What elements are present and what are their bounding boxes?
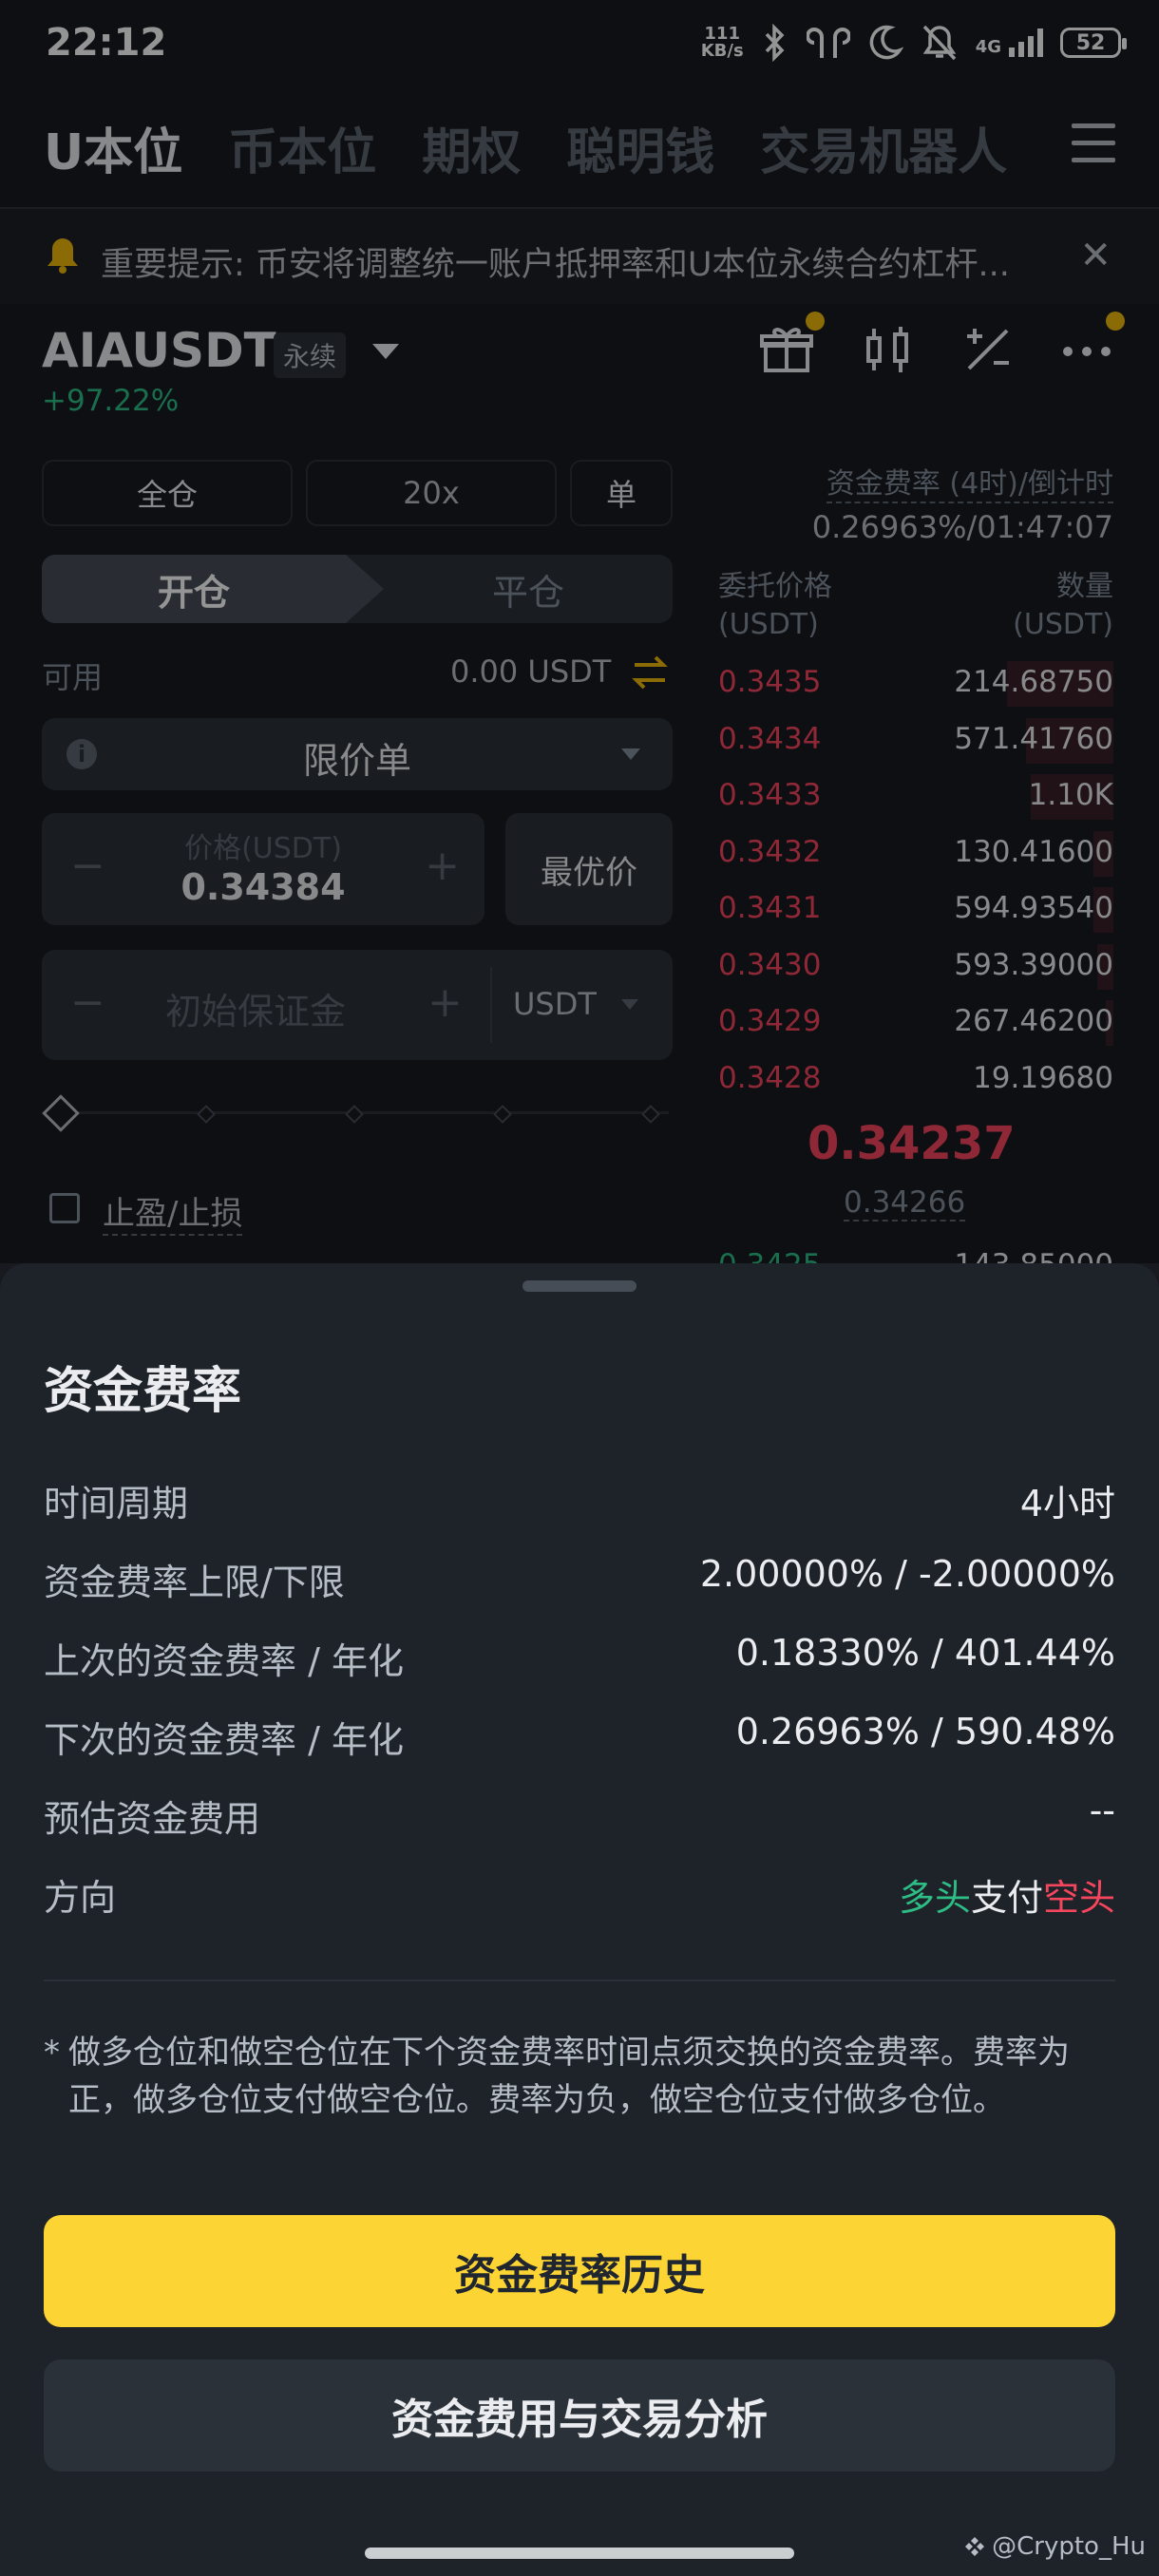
row-label: 预估资金费用 (44, 1798, 261, 1840)
row-label: 下次的资金费率 / 年化 (44, 1719, 404, 1761)
row-label: 方向 (44, 1877, 117, 1919)
row-label: 时间周期 (44, 1483, 189, 1525)
row-value: 2.00000% / -2.00000% (699, 1553, 1115, 1595)
sheet-handle[interactable] (522, 1280, 636, 1292)
row-label: 上次的资金费率 / 年化 (44, 1640, 404, 1682)
footnote: * 做多仓位和做空仓位在下个资金费率时间点须交换的资金费率。费率为正，做多仓位支… (44, 2029, 1115, 2124)
direction-pay: 支付 (970, 1877, 1043, 1919)
direction-short: 空头 (1042, 1877, 1115, 1919)
footnote-text: 做多仓位和做空仓位在下个资金费率时间点须交换的资金费率。费率为正，做多仓位支付做… (68, 2034, 1070, 2119)
row-value: 4小时 (1019, 1483, 1115, 1525)
funding-history-button[interactable]: 资金费率历史 (44, 2215, 1115, 2327)
watermark: @Crypto_Hu (963, 2532, 1146, 2561)
row-value: -- (1089, 1790, 1115, 1831)
direction-value: 多头支付空头 (899, 1868, 1115, 1921)
row-value: 0.26963% / 590.48% (735, 1711, 1115, 1752)
backdrop-overlay[interactable] (0, 0, 1159, 1263)
info-row: 上次的资金费率 / 年化 0.18330% / 401.44% (44, 1624, 1115, 1691)
sheet-title: 资金费率 (44, 1363, 242, 1420)
watermark-logo-icon (965, 2537, 985, 2556)
funding-analysis-button[interactable]: 资金费用与交易分析 (44, 2359, 1115, 2472)
info-row: 时间周期 4小时 (44, 1467, 1115, 1533)
watermark-text: @Crypto_Hu (992, 2532, 1146, 2561)
info-row: 资金费率上限/下限 2.00000% / -2.00000% (44, 1545, 1115, 1612)
row-value: 0.18330% / 401.44% (735, 1632, 1115, 1674)
info-row: 预估资金费用 -- (44, 1782, 1115, 1848)
row-label: 资金费率上限/下限 (44, 1562, 345, 1603)
direction-row: 方向 多头支付空头 (44, 1861, 1115, 1927)
info-row: 下次的资金费率 / 年化 0.26963% / 590.48% (44, 1703, 1115, 1770)
funding-rate-sheet: 资金费率 时间周期 4小时 资金费率上限/下限 2.00000% / -2.00… (0, 1263, 1159, 2576)
divider (44, 1979, 1115, 1981)
home-indicator[interactable] (365, 2548, 794, 2559)
direction-long: 多头 (898, 1877, 971, 1919)
footnote-star: * (44, 2034, 60, 2072)
